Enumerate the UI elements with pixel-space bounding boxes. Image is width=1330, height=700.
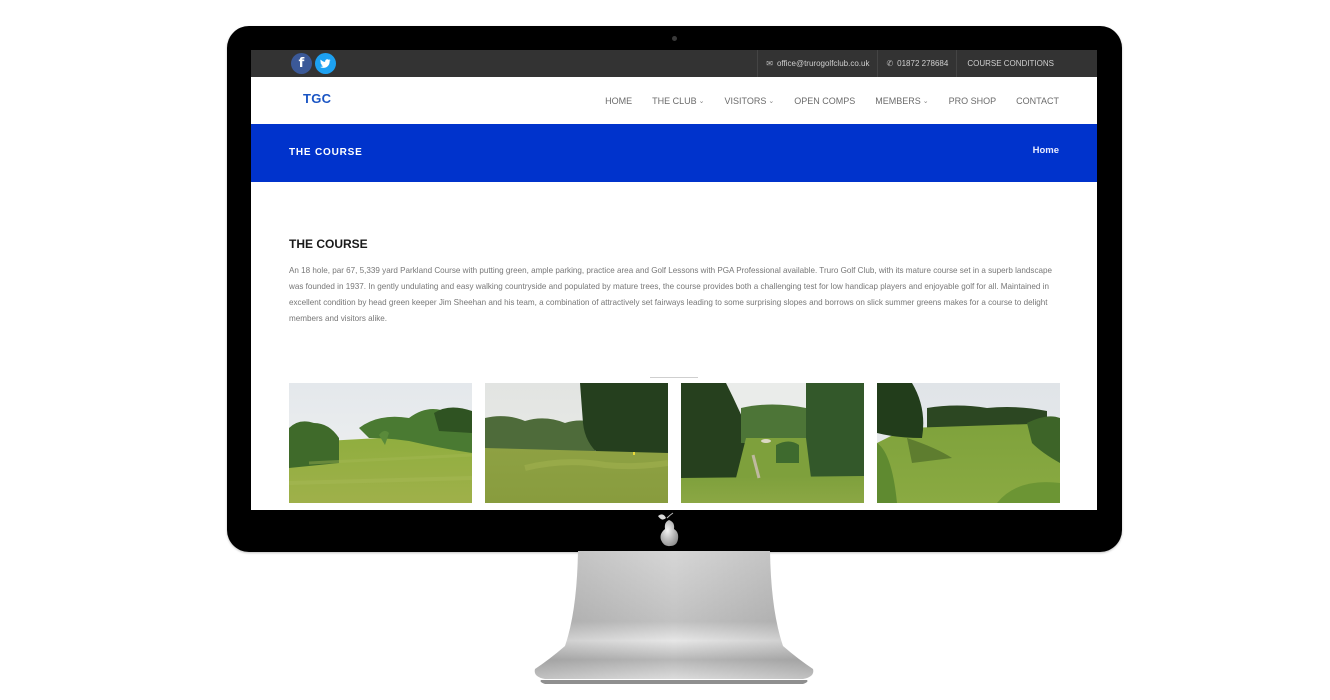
facebook-icon[interactable]: f: [291, 53, 312, 74]
chevron-down-icon: ⌄: [698, 97, 705, 105]
nav-label: THE CLUB: [652, 95, 697, 106]
contact-info: ✉ office@trurogolfclub.co.uk ✆ 01872 278…: [757, 50, 1064, 77]
camera-dot: [672, 36, 677, 41]
email-link[interactable]: ✉ office@trurogolfclub.co.uk: [757, 50, 877, 77]
gallery-photo[interactable]: [289, 383, 472, 503]
main-nav: HOME THE CLUB ⌄ VISITORS ⌄ OPEN COMPS MEMB…: [585, 77, 1059, 124]
twitter-icon[interactable]: [315, 53, 336, 74]
chevron-down-icon: ⌄: [922, 97, 929, 105]
nav-contact[interactable]: CONTACT: [1016, 96, 1059, 106]
nav-label: HOME: [605, 95, 633, 106]
nav-label: PRO SHOP: [948, 95, 997, 106]
top-bar: f ✉ office@trurogolfclub.co.uk ✆ 01872 2…: [251, 50, 1097, 77]
site-logo[interactable]: TGC: [303, 91, 331, 106]
gallery-photo[interactable]: [681, 383, 864, 503]
nav-members[interactable]: MEMBERS ⌄: [875, 96, 928, 106]
nav-open-comps[interactable]: OPEN COMPS: [794, 96, 855, 106]
gallery-photo[interactable]: [485, 383, 668, 503]
email-text: office@trurogolfclub.co.uk: [776, 59, 870, 68]
envelope-icon: ✉: [766, 59, 773, 68]
phone-link[interactable]: ✆ 01872 278684: [877, 50, 956, 77]
section-heading: THE COURSE: [289, 237, 368, 251]
page-title: THE COURSE: [289, 147, 363, 158]
monitor-stand: [534, 551, 814, 684]
chevron-down-icon: ⌄: [768, 97, 775, 105]
nav-visitors[interactable]: VISITORS ⌄: [725, 96, 775, 106]
browser-screen: f ✉ office@trurogolfclub.co.uk ✆ 01872 2…: [251, 50, 1097, 510]
breadcrumb-home[interactable]: Home: [1033, 145, 1059, 156]
nav-home[interactable]: HOME: [605, 96, 632, 106]
nav-label: VISITORS: [724, 95, 767, 106]
site-header: TGC HOME THE CLUB ⌄ VISITORS ⌄ OPEN COMPS …: [251, 77, 1097, 124]
nav-the-club[interactable]: THE CLUB ⌄: [652, 96, 704, 106]
nav-pro-shop[interactable]: PRO SHOP: [949, 96, 997, 106]
photo-gallery: [289, 383, 1060, 503]
course-conditions-link[interactable]: COURSE CONDITIONS: [956, 50, 1064, 77]
divider: [650, 377, 698, 378]
nav-label: MEMBERS: [875, 95, 921, 106]
course-conditions-label: COURSE CONDITIONS: [967, 59, 1054, 68]
golf-course-image: [681, 383, 864, 503]
phone-icon: ✆: [886, 59, 894, 68]
gallery-photo[interactable]: [877, 383, 1060, 503]
nav-label: CONTACT: [1016, 95, 1059, 106]
nav-label: OPEN COMPS: [794, 95, 856, 106]
golf-course-image: [877, 383, 1060, 503]
phone-text: 01872 278684: [897, 59, 949, 68]
section-body: An 18 hole, par 67, 5,339 yard Parkland …: [289, 266, 1053, 323]
page-banner: THE COURSE Home: [251, 124, 1097, 182]
pear-logo-icon: [658, 512, 679, 547]
golf-course-image: [485, 383, 668, 503]
golf-course-image: [289, 383, 472, 503]
twitter-bird-icon: [320, 59, 331, 68]
